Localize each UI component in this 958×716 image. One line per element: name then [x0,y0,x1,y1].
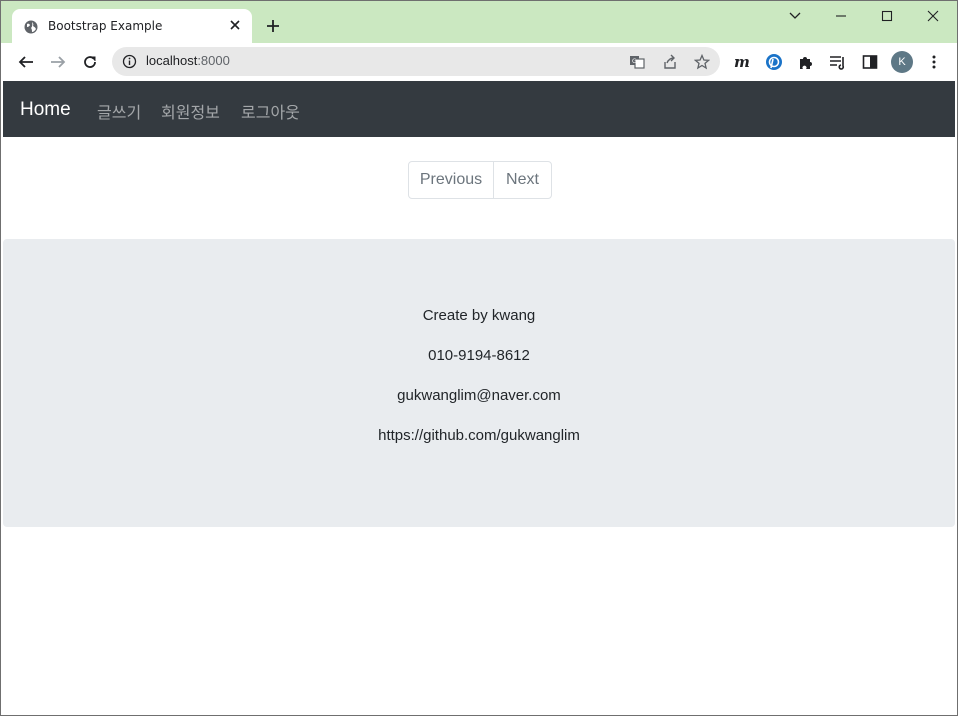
extension-p-icon[interactable] [763,51,785,73]
pagination: Previous Next [408,161,552,199]
translate-icon[interactable]: G [627,52,647,72]
profile-avatar[interactable]: K [891,51,913,73]
svg-text:m: m [734,54,750,70]
next-page-button[interactable]: Next [494,162,551,198]
maximize-icon[interactable] [877,6,897,26]
browser-tab[interactable]: Bootstrap Example [12,9,252,43]
share-icon[interactable] [660,52,680,72]
url-port: :8000 [197,53,230,68]
side-panel-icon[interactable] [859,51,881,73]
bookmark-star-icon[interactable] [692,52,712,72]
tab-title: Bootstrap Example [48,19,163,33]
web-page: Home 글쓰기 회원정보 로그아웃 Previous Next Create … [3,81,955,715]
footer-phone: 010-9194-8612 [428,347,530,364]
reload-icon[interactable] [79,51,101,73]
more-menu-icon[interactable] [923,51,945,73]
navbar-brand-home[interactable]: Home [20,99,71,121]
new-tab-icon[interactable] [263,16,283,36]
navbar: Home 글쓰기 회원정보 로그아웃 [3,81,955,137]
address-bar[interactable]: localhost:8000 G [112,47,720,76]
browser-window: Bootstrap Example localhost:8000 G m K H… [0,0,958,716]
extensions-puzzle-icon[interactable] [795,51,817,73]
back-arrow-icon[interactable] [15,51,37,73]
footer-github: https://github.com/gukwanglim [378,427,580,444]
nav-link-write[interactable]: 글쓰기 [97,99,141,123]
previous-page-button[interactable]: Previous [409,162,494,198]
svg-text:G: G [632,58,637,65]
nav-link-member-info[interactable]: 회원정보 [161,99,220,123]
footer-author: Create by kwang [422,307,536,324]
url-host: localhost [146,53,198,68]
globe-icon [24,19,38,34]
close-tab-icon[interactable] [227,17,243,33]
forward-arrow-icon[interactable] [47,51,69,73]
url-text: localhost:8000 [146,53,230,68]
tab-search-chevron-icon[interactable] [785,6,805,26]
minimize-icon[interactable] [831,6,851,26]
footer: Create by kwang 010-9194-8612 gukwanglim… [3,239,955,527]
close-window-icon[interactable] [923,6,943,26]
site-info-icon[interactable] [122,54,137,69]
reading-list-icon[interactable] [827,51,849,73]
tab-strip: Bootstrap Example [1,1,957,43]
nav-link-logout[interactable]: 로그아웃 [241,99,300,123]
browser-toolbar: localhost:8000 G m K [1,43,957,81]
footer-email: gukwanglim@naver.com [397,387,561,404]
extension-m-icon[interactable]: m [731,51,753,73]
